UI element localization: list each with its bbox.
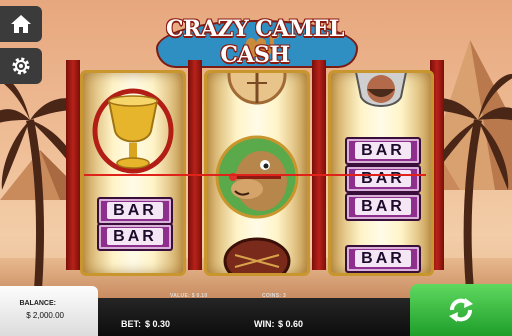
golden-cup-symbol (92, 88, 174, 174)
game-logo: CRAZY CAMEL CASH (150, 6, 360, 68)
balance-label: BALANCE: (19, 300, 56, 307)
refresh-icon (449, 298, 473, 322)
reel-2 (204, 70, 310, 276)
home-icon (11, 15, 31, 33)
bar-symbol: BAR (345, 193, 421, 221)
reel-3: BAR BAR BAR BAR (328, 70, 434, 276)
bar-symbol: BAR (345, 137, 421, 165)
coin-value-label: VALUE: $ 0.10 (170, 293, 208, 299)
saddle-symbol (223, 237, 291, 273)
bar-symbol: BAR (345, 245, 421, 273)
camel-rider-symbol (355, 73, 407, 107)
payline (84, 174, 426, 176)
bar-symbol: BAR (97, 197, 173, 225)
bar-label: BAR (355, 142, 411, 159)
spin-button[interactable] (410, 284, 512, 336)
bar-label: BAR (355, 198, 411, 215)
gear-icon (12, 57, 30, 75)
curtain-left (66, 60, 80, 270)
bet-label: BET: (121, 319, 141, 329)
reels-area: BAR BAR BAR BAR BAR BAR (80, 70, 434, 276)
win-label: WIN: (254, 319, 275, 329)
bar-label: BAR (107, 228, 163, 245)
bar-symbol: BAR (97, 223, 173, 251)
win-value: $ 0.60 (278, 319, 304, 329)
bar-label: BAR (107, 202, 163, 219)
settings-button[interactable] (0, 48, 42, 84)
bet-value[interactable]: $ 0.30 (145, 319, 170, 329)
sign-symbol (227, 73, 287, 105)
balance-value: $ 2,000.00 (26, 311, 64, 320)
bar-label: BAR (355, 250, 411, 267)
bar-symbol: BAR (345, 165, 421, 193)
reel-1: BAR BAR (80, 70, 186, 276)
home-button[interactable] (0, 6, 42, 42)
bar-label: BAR (355, 170, 411, 187)
coins-label: COINS: 3 (262, 293, 287, 299)
camel-symbol (215, 135, 299, 219)
game-title: CRAZY CAMEL CASH (166, 16, 344, 68)
game-scene: CRAZY CAMEL CASH BAR BAR BAR BAR BAR BAR… (0, 0, 512, 336)
